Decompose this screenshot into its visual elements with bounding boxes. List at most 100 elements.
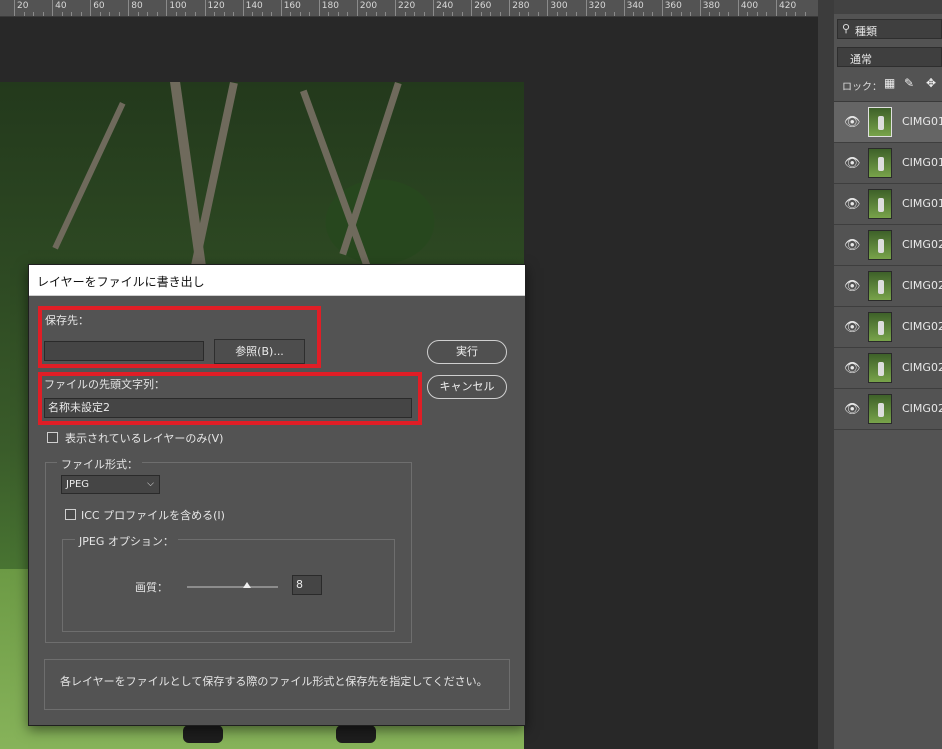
ruler-minor-tick — [690, 12, 692, 16]
ruler-tick-label: 380 — [702, 1, 720, 11]
layer-list: 👁 CIMG01 👁 CIMG01 👁 CIMG01 👁 CIMG02 👁 CIMG02 👁 CIMG… — [834, 101, 942, 430]
kind-filter-label: 種類 — [855, 25, 877, 38]
layer-row[interactable]: 👁 CIMG02 — [834, 307, 942, 348]
ruler-minor-tick — [337, 12, 339, 16]
cancel-button[interactable]: キャンセル — [427, 375, 507, 399]
layer-name: CIMG02 — [902, 279, 942, 292]
ruler-minor-tick — [347, 12, 349, 16]
lock-transparent-icon[interactable]: ▦ — [884, 76, 895, 90]
ruler-tick-label: 180 — [321, 1, 339, 11]
kind-filter-select[interactable]: ⚲ 種類 — [837, 19, 942, 39]
ruler-tick-label: 300 — [550, 1, 568, 11]
ruler-tick: 200 — [356, 0, 377, 16]
dialog-titlebar[interactable]: レイヤーをファイルに書き出し — [29, 265, 525, 296]
ruler-tick: 340 — [623, 0, 644, 16]
icc-checkbox[interactable] — [65, 509, 76, 520]
quality-label: 画質： — [135, 581, 168, 594]
lock-row: ロック： ▦ ✎ ✥ — [838, 76, 942, 93]
visible-only-checkbox[interactable] — [47, 432, 58, 443]
blend-mode-select[interactable]: 通常 — [837, 47, 942, 67]
panel-tabs[interactable] — [834, 0, 942, 14]
ruler-minor-tick — [366, 12, 368, 16]
ruler-tick-label: 340 — [626, 1, 644, 11]
layer-row[interactable]: 👁 CIMG01 — [834, 184, 942, 225]
ruler-tick: 320 — [585, 0, 606, 16]
ruler-tick: 260 — [471, 0, 491, 16]
file-type-select[interactable]: JPEG ⌵ — [61, 475, 160, 494]
layer-thumbnail — [868, 230, 892, 260]
ruler-minor-tick — [290, 12, 292, 16]
ruler-tick-label: 20 — [17, 1, 29, 11]
ruler-minor-tick — [185, 12, 187, 16]
layer-name: CIMG01 — [902, 197, 942, 210]
layer-name: CIMG01 — [902, 156, 942, 169]
lock-label: ロック： — [842, 82, 882, 93]
layer-row[interactable]: 👁 CIMG01 — [834, 143, 942, 184]
visibility-eye-icon[interactable]: 👁 — [844, 197, 861, 212]
visible-only-label[interactable]: 表示されているレイヤーのみ(V) — [65, 430, 223, 446]
ruler-minor-tick — [252, 12, 254, 16]
ruler-minor-tick — [137, 12, 139, 16]
visibility-eye-icon[interactable]: 👁 — [844, 156, 861, 171]
ruler-minor-tick — [175, 12, 177, 16]
layer-row[interactable]: 👁 CIMG01 — [834, 102, 942, 143]
ruler-minor-tick — [461, 12, 463, 16]
quality-slider[interactable] — [187, 586, 278, 588]
ruler-minor-tick — [423, 12, 425, 16]
destination-input[interactable] — [44, 341, 204, 361]
ruler-tick-label: 200 — [359, 1, 378, 11]
ruler-minor-tick — [633, 12, 635, 16]
quality-slider-thumb[interactable] — [243, 582, 251, 588]
ruler-minor-tick — [42, 12, 44, 16]
ruler-tick-label: 60 — [93, 1, 105, 11]
ruler-tick-label: 320 — [588, 1, 606, 11]
ruler-tick: 60 — [90, 0, 105, 16]
icc-label[interactable]: ICC プロファイルを含める(I) — [81, 507, 225, 523]
ruler-minor-tick — [118, 12, 120, 16]
ruler-tick-label: 80 — [131, 1, 143, 11]
layer-row[interactable]: 👁 CIMG02 — [834, 266, 942, 307]
ruler-tick-label: 420 — [779, 1, 797, 11]
lock-paint-icon[interactable]: ✎ — [904, 76, 914, 90]
visibility-eye-icon[interactable]: 👁 — [844, 115, 861, 130]
ruler-minor-tick — [718, 12, 720, 16]
ruler-tick-label: 260 — [474, 1, 492, 11]
visibility-eye-icon[interactable]: 👁 — [844, 320, 861, 335]
layer-row[interactable]: 👁 CIMG02 — [834, 348, 942, 389]
ruler-tick: 80 — [128, 0, 143, 16]
ruler-minor-tick — [756, 12, 758, 16]
visibility-eye-icon[interactable]: 👁 — [844, 279, 861, 294]
ruler-minor-tick — [223, 12, 225, 16]
layer-thumbnail — [868, 312, 892, 342]
ruler-minor-tick — [442, 12, 444, 16]
ruler-tick-label: 220 — [398, 1, 416, 11]
ruler-tick-label: 360 — [664, 1, 682, 11]
ruler-minor-tick — [385, 12, 387, 16]
layer-thumbnail — [868, 107, 892, 137]
quality-input[interactable]: 8 — [292, 575, 322, 595]
layer-name: CIMG02 — [902, 238, 942, 251]
visibility-eye-icon[interactable]: 👁 — [844, 238, 861, 253]
browse-button[interactable]: 参照(B)... — [214, 339, 305, 364]
ruler-tick-label: 100 — [169, 1, 187, 11]
ruler-tick: 40 — [52, 0, 67, 16]
ruler-minor-tick — [709, 12, 711, 16]
ruler-minor-tick — [575, 12, 577, 16]
ruler-minor-tick — [804, 12, 806, 16]
run-button[interactable]: 実行 — [427, 340, 507, 364]
ruler-minor-tick — [147, 12, 149, 16]
visibility-eye-icon[interactable]: 👁 — [844, 361, 861, 376]
visibility-eye-icon[interactable]: 👁 — [844, 402, 861, 417]
chevron-down-icon: ⌵ — [147, 479, 154, 489]
prefix-input[interactable]: 名称未設定2 — [44, 398, 412, 418]
layer-row[interactable]: 👁 CIMG02 — [834, 389, 942, 430]
layers-panel: ⚲ 種類 通常 ロック： ▦ ✎ ✥ 👁 CIMG01 👁 CIMG01 👁 CIMG01… — [834, 0, 942, 749]
lock-move-icon[interactable]: ✥ — [926, 76, 936, 90]
layer-row[interactable]: 👁 CIMG02 — [834, 225, 942, 266]
layer-thumbnail — [868, 394, 892, 424]
ruler-minor-tick — [604, 12, 606, 16]
ruler-tick-label: 140 — [245, 1, 263, 11]
ruler-minor-tick — [233, 12, 235, 16]
ruler-minor-tick — [766, 12, 768, 16]
ruler-minor-tick — [528, 12, 530, 16]
